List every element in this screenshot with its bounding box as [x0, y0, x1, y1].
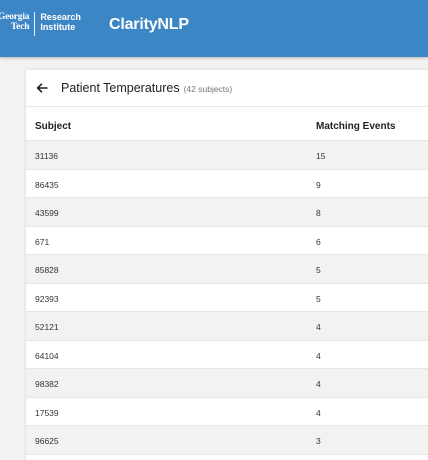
- table-row[interactable]: 17539 4: [26, 397, 428, 426]
- column-header-subject[interactable]: Subject: [35, 121, 71, 132]
- back-button[interactable]: [33, 79, 51, 97]
- matching-events-cell: 4: [316, 350, 321, 361]
- table-row[interactable]: 96625 3: [26, 426, 428, 455]
- top-navigation-bar: Georgia Tech Research Institute ClarityN…: [0, 0, 428, 57]
- matching-events-cell: 8: [316, 208, 321, 218]
- matching-events-cell: 4: [316, 379, 321, 389]
- subject-cell: 52121: [35, 322, 59, 332]
- logo-text-tech: Tech: [10, 22, 30, 32]
- matching-events-cell: 15: [316, 151, 326, 161]
- logo-text-institute: Institute: [40, 22, 76, 32]
- app-title[interactable]: ClarityNLP: [109, 16, 189, 34]
- table-header-row: Subject Matching Events: [26, 112, 428, 141]
- subject-cell: 64104: [35, 350, 59, 361]
- subject-cell: 31136: [35, 151, 59, 161]
- logo-text-research: Research: [40, 12, 81, 22]
- georgia-tech-research-institute-logo[interactable]: Georgia Tech Research Institute: [0, 12, 81, 36]
- logo-divider: [34, 12, 36, 36]
- table-row[interactable]: 671 6: [26, 226, 428, 255]
- subject-cell: 17539: [35, 407, 59, 418]
- subject-cell: 98382: [35, 379, 59, 389]
- subject-cell: 86435: [35, 179, 59, 190]
- subject-cell: 96625: [35, 436, 59, 446]
- logo-text-georgia: Georgia: [0, 12, 30, 22]
- results-header: Patient Temperatures (42 subjects): [26, 70, 428, 107]
- arrow-left-icon: [36, 83, 48, 93]
- matching-events-cell: 4: [316, 322, 321, 332]
- table-row[interactable]: 92393 5: [26, 283, 428, 312]
- matching-events-cell: 5: [316, 293, 321, 304]
- subject-cell: 671: [35, 236, 50, 247]
- table-row[interactable]: 85828 5: [26, 255, 428, 284]
- results-card: Patient Temperatures (42 subjects) Subje…: [26, 70, 428, 460]
- subject-cell: 92393: [35, 293, 59, 304]
- table-row[interactable]: 64104 4: [26, 340, 428, 369]
- table-row[interactable]: 31136 15: [26, 141, 428, 170]
- table-row[interactable]: 98382 4: [26, 369, 428, 398]
- table-row[interactable]: 52121 4: [26, 312, 428, 341]
- subject-cell: 85828: [35, 265, 59, 275]
- logo-research-institute: Research Institute: [35, 12, 81, 36]
- matching-events-cell: 5: [316, 265, 321, 275]
- matching-events-cell: 9: [316, 179, 321, 190]
- matching-events-cell: 3: [316, 436, 321, 446]
- subject-count: (42 subjects): [183, 84, 233, 94]
- logo-georgia-tech: Georgia Tech: [0, 12, 34, 36]
- matching-events-cell: 4: [316, 407, 321, 418]
- matching-events-cell: 6: [316, 236, 321, 247]
- table-row[interactable]: 86435 9: [26, 169, 428, 198]
- table-row[interactable]: 43599 8: [26, 198, 428, 227]
- table-body: 31136 15 86435 9 43599 8 671 6 85828 5 9…: [26, 141, 428, 455]
- subject-cell: 43599: [35, 208, 59, 218]
- column-header-matching-events[interactable]: Matching Events: [316, 121, 395, 132]
- page-title: Patient Temperatures: [61, 81, 180, 95]
